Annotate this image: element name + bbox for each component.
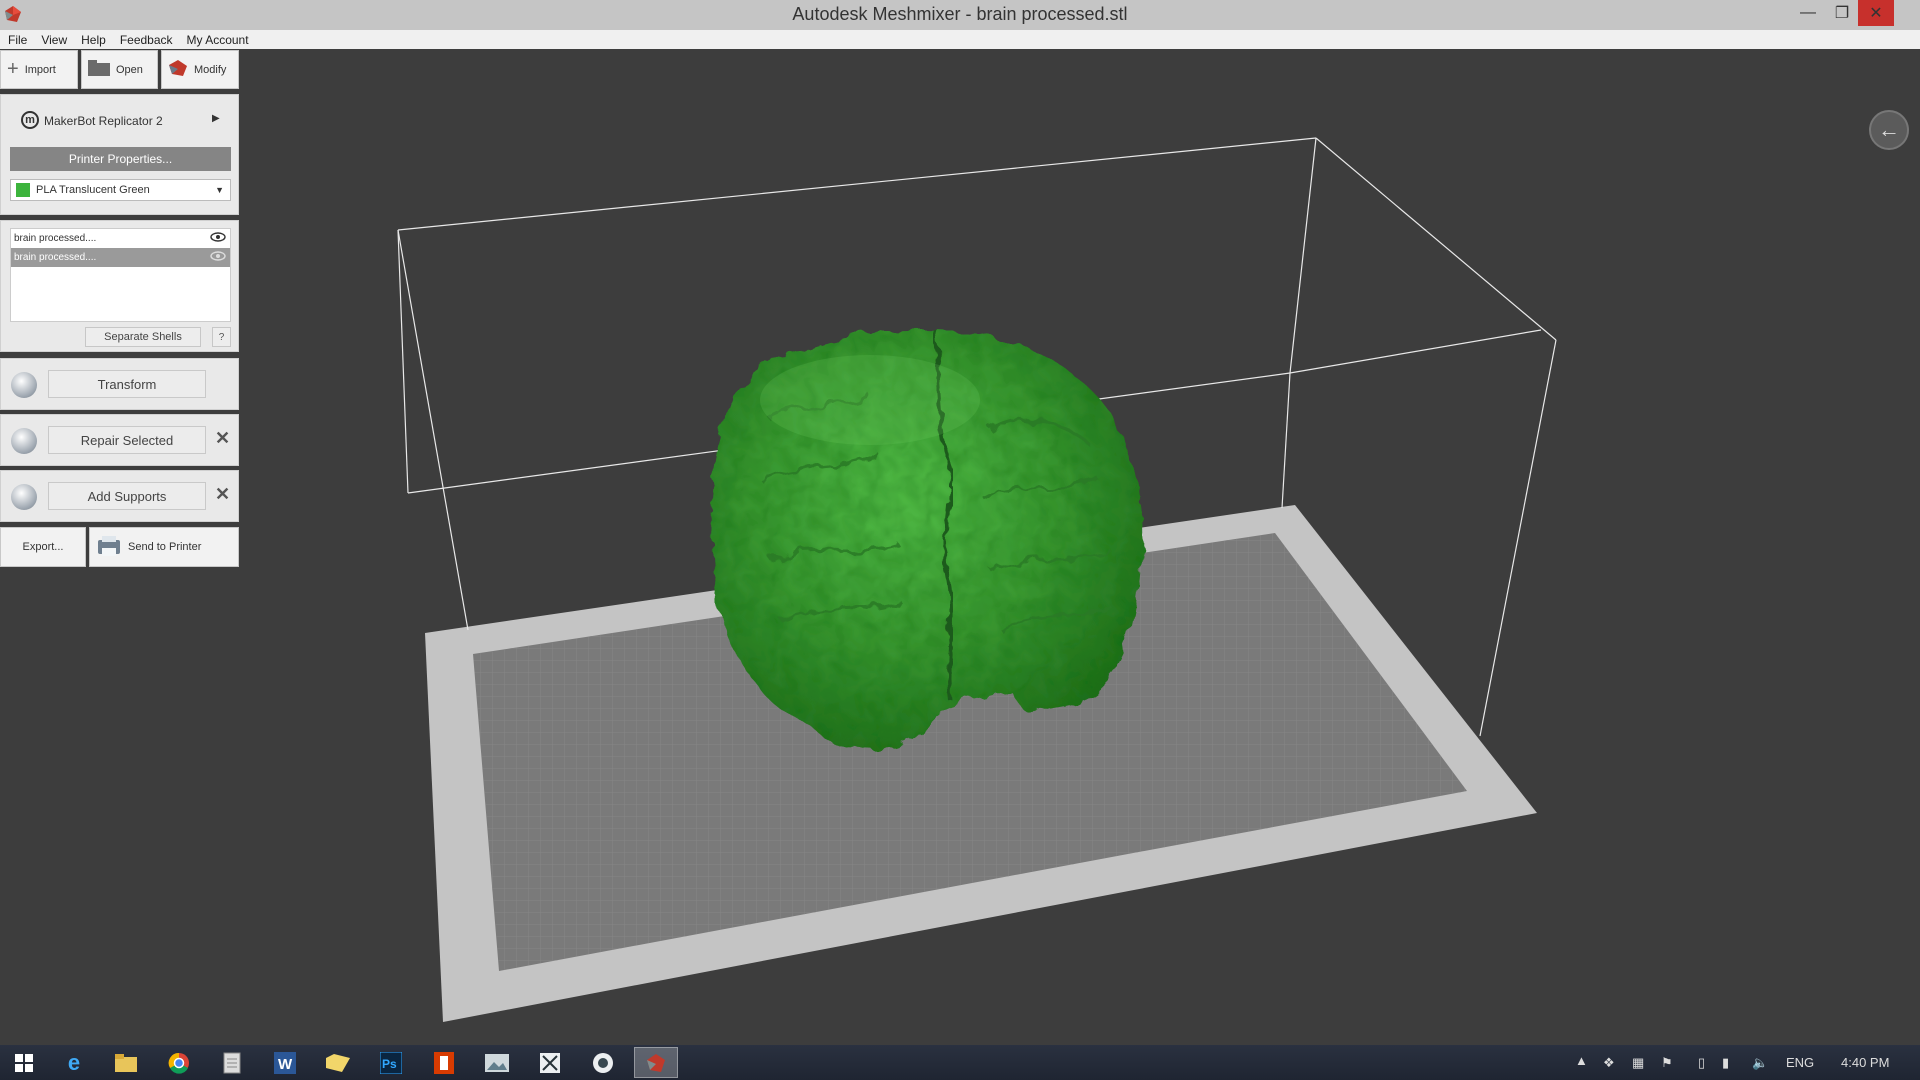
3d-scene[interactable]: [0, 49, 1920, 1045]
brain-model[interactable]: [711, 329, 1142, 750]
separate-shells-button[interactable]: Separate Shells: [85, 327, 201, 347]
cross-tools-icon[interactable]: ✕: [215, 484, 230, 505]
svg-text:W: W: [278, 1056, 293, 1073]
meshmixer-icon[interactable]: [634, 1047, 678, 1078]
open-button[interactable]: Open: [81, 50, 158, 89]
repair-icon: [11, 428, 37, 454]
help-button[interactable]: ?: [212, 327, 231, 347]
photoshop-icon[interactable]: Ps: [369, 1047, 413, 1078]
objects-list: brain processed.... brain processed....: [10, 228, 231, 322]
printer-icon: [96, 534, 122, 561]
arrow-left-icon: ←: [1878, 117, 1900, 142]
material-color-swatch: [16, 183, 30, 197]
cross-tools-icon[interactable]: ✕: [215, 428, 230, 449]
back-arrow-button[interactable]: ←: [1869, 110, 1909, 150]
minimize-button[interactable]: —: [1790, 0, 1826, 26]
modify-icon: [168, 59, 188, 80]
volume-icon[interactable]: 🔈: [1752, 1055, 1768, 1071]
repair-selected-button[interactable]: Repair Selected: [48, 426, 206, 454]
dropbox-icon[interactable]: ❖: [1603, 1055, 1615, 1071]
menu-feedback[interactable]: Feedback: [120, 33, 173, 47]
menu-view[interactable]: View: [41, 33, 67, 47]
eye-icon[interactable]: [210, 231, 226, 246]
chevron-down-icon: ▼: [215, 185, 224, 195]
transform-panel: Transform: [0, 358, 239, 410]
folder-icon: [88, 60, 110, 79]
taskbar: e W Ps ▲ ❖ ▦ ⚑ ▯ ▮ 🔈 ENG 4:40 PM: [0, 1045, 1920, 1080]
menu-file[interactable]: File: [8, 33, 27, 47]
objects-panel: brain processed.... brain processed.... …: [0, 220, 239, 352]
battery-icon[interactable]: ▯: [1698, 1055, 1705, 1071]
language-indicator[interactable]: ENG: [1786, 1055, 1814, 1070]
list-item[interactable]: brain processed....: [11, 229, 230, 248]
import-button[interactable]: + Import: [0, 50, 78, 89]
material-select[interactable]: PLA Translucent Green ▼: [10, 179, 231, 201]
makerbot-logo-icon: m: [21, 111, 39, 129]
notepad-icon[interactable]: [210, 1047, 254, 1078]
file-explorer-icon[interactable]: [104, 1047, 148, 1078]
menu-bar: File View Help Feedback My Account: [0, 30, 1920, 49]
close-button[interactable]: ✕: [1858, 0, 1894, 26]
supports-panel: Add Supports ✕: [0, 470, 239, 522]
chrome-icon[interactable]: [157, 1047, 201, 1078]
printer-name[interactable]: MakerBot Replicator 2: [44, 114, 163, 128]
svg-text:Ps: Ps: [382, 1057, 397, 1071]
word-icon[interactable]: W: [263, 1047, 307, 1078]
printer-panel: m MakerBot Replicator 2 ▶ Printer Proper…: [0, 94, 239, 215]
add-supports-button[interactable]: Add Supports: [48, 482, 206, 510]
media-icon[interactable]: [581, 1047, 625, 1078]
transform-icon: [11, 372, 37, 398]
maximize-button[interactable]: ❐: [1824, 0, 1860, 26]
snipping-tool-icon[interactable]: [528, 1047, 572, 1078]
send-to-printer-button[interactable]: Send to Printer: [89, 527, 239, 567]
menu-help[interactable]: Help: [81, 33, 106, 47]
supports-icon: [11, 484, 37, 510]
transform-button[interactable]: Transform: [48, 370, 206, 398]
export-button[interactable]: Export...: [0, 527, 86, 567]
signal-icon[interactable]: ▮: [1722, 1055, 1729, 1071]
office-icon[interactable]: [422, 1047, 466, 1078]
flag-icon[interactable]: ⚑: [1661, 1055, 1673, 1071]
title-bar: Autodesk Meshmixer - brain processed.stl…: [0, 0, 1920, 30]
eye-icon[interactable]: [210, 250, 226, 265]
modify-button[interactable]: Modify: [161, 50, 239, 89]
menu-my-account[interactable]: My Account: [187, 33, 249, 47]
printer-properties-button[interactable]: Printer Properties...: [10, 147, 231, 171]
internet-explorer-icon[interactable]: e: [52, 1047, 96, 1078]
3d-viewport[interactable]: ←: [0, 49, 1920, 1045]
plus-icon: +: [7, 58, 19, 80]
photo-viewer-icon[interactable]: [475, 1047, 519, 1078]
repair-panel: Repair Selected ✕: [0, 414, 239, 466]
triangle-right-icon[interactable]: ▶: [212, 113, 220, 124]
window-title: Autodesk Meshmixer - brain processed.stl: [792, 4, 1128, 24]
folder-icon[interactable]: [316, 1047, 360, 1078]
windows-start-icon[interactable]: [2, 1047, 46, 1078]
windows-icon[interactable]: ▦: [1632, 1055, 1644, 1071]
list-item-selected[interactable]: brain processed....: [11, 248, 230, 267]
show-hidden-icons-icon[interactable]: ▲: [1575, 1053, 1588, 1068]
clock[interactable]: 4:40 PM: [1841, 1055, 1889, 1070]
